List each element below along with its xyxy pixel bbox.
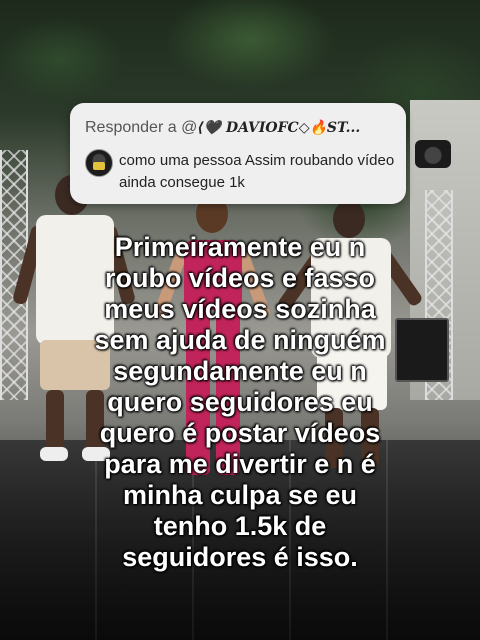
- caption-line: roubo vídeos e fasso: [104, 263, 376, 293]
- caption-line: tenho 1.5k de: [153, 511, 327, 541]
- caption-line: segundamente eu n: [113, 356, 367, 386]
- caption-line: Primeiramente eu n: [114, 232, 366, 262]
- caption-line: sem ajuda de ninguém: [94, 325, 386, 355]
- caption-line: quero é postar vídeos: [99, 418, 381, 448]
- video-caption: Primeiramente eu n roubo vídeos e fasso …: [60, 232, 420, 573]
- commenter-avatar[interactable]: [85, 149, 113, 177]
- caption-line: quero seguidores eu: [107, 387, 373, 417]
- reply-header: Responder a @⟨🖤 DAVIOFC◇🔥ST...: [85, 119, 395, 137]
- reply-comment-card[interactable]: Responder a @⟨🖤 DAVIOFC◇🔥ST... como uma …: [70, 103, 406, 204]
- reply-prefix: Responder a @: [85, 119, 198, 136]
- avatar-image: [93, 162, 105, 170]
- reply-comment-text: como uma pessoa Assim roubando vídeo ain…: [119, 152, 395, 191]
- caption-line: meus vídeos sozinha: [104, 294, 376, 324]
- reply-username[interactable]: ⟨🖤 DAVIOFC◇🔥ST...: [197, 120, 360, 136]
- caption-line: minha culpa se eu: [122, 480, 358, 510]
- stage-light: [415, 140, 451, 168]
- caption-line: para me divertir e n é: [104, 449, 376, 479]
- caption-line: seguidores é isso.: [122, 542, 358, 572]
